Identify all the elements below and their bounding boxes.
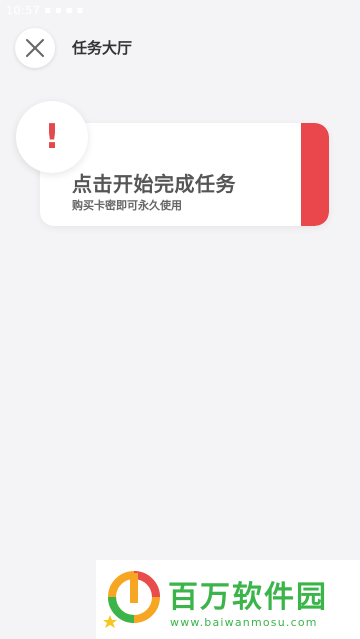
notification-icon: ▪: [44, 4, 51, 16]
alert-badge: !: [16, 101, 88, 173]
watermark-name: 百万软件园: [168, 580, 328, 615]
watermark-url: www.baiwanmosu.com: [170, 616, 318, 629]
brand-logo-icon: [103, 571, 160, 628]
header: 任务大厅: [0, 24, 360, 70]
status-bar: 10:57 ▪ ▪ ▪ ▪: [0, 0, 360, 20]
status-time: 10:57: [6, 3, 41, 17]
task-card-accent: [301, 123, 329, 226]
close-icon: [26, 39, 44, 57]
watermark: 百万软件园 www.baiwanmosu.com: [96, 560, 360, 639]
alert-icon: !: [44, 117, 60, 157]
wifi-icon: ▪: [76, 4, 84, 16]
task-subtitle: 购买卡密即可永久使用: [72, 199, 182, 212]
close-button[interactable]: [15, 28, 55, 68]
task-title: 点击开始完成任务: [72, 172, 236, 196]
signal-icon: ▪: [65, 4, 73, 16]
page-title: 任务大厅: [72, 39, 133, 57]
status-icons: ▪ ▪ ▪ ▪: [44, 5, 83, 16]
wechat-icon: ▪: [54, 4, 62, 16]
